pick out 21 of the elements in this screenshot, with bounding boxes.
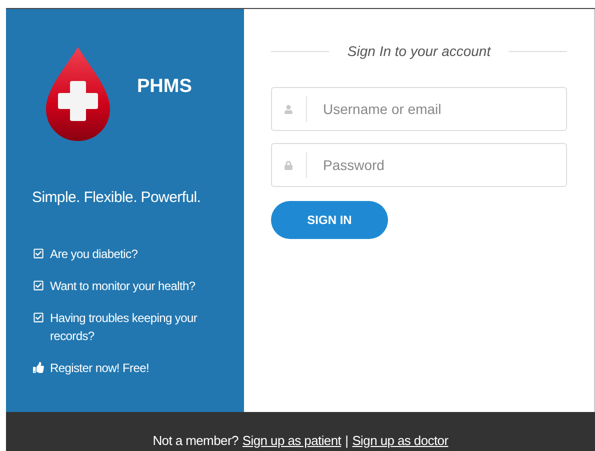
feature-text: Are you diabetic? bbox=[50, 246, 138, 262]
checkbox-icon bbox=[33, 312, 44, 322]
lock-icon bbox=[284, 160, 293, 170]
sign-in-heading: Sign In to your account bbox=[347, 42, 491, 61]
sign-in-button[interactable]: SIGN IN bbox=[271, 201, 388, 239]
signup-link[interactable]: Sign up as patient bbox=[242, 430, 342, 450]
signup-link[interactable]: Sign up as doctor bbox=[352, 430, 448, 450]
blood-drop-logo-icon bbox=[46, 47, 110, 142]
checkbox-icon bbox=[33, 248, 44, 258]
brand-name: PHMS bbox=[137, 75, 192, 100]
link-separator: | bbox=[345, 432, 348, 450]
thumbs-up-icon bbox=[33, 362, 44, 372]
user-icon bbox=[284, 104, 293, 114]
checkbox-icon bbox=[33, 280, 44, 290]
input-field[interactable]: Password bbox=[271, 143, 567, 187]
tagline: Simple. Flexible. Powerful. bbox=[32, 188, 202, 208]
footer-prompt: Not a member? bbox=[152, 432, 238, 450]
input-field[interactable]: Username or email bbox=[271, 87, 567, 131]
feature-text: Register now! Free! bbox=[50, 360, 150, 376]
feature-text: Want to monitor your health? bbox=[50, 278, 196, 294]
feature-text: Having troubles keeping your records? bbox=[50, 310, 198, 344]
